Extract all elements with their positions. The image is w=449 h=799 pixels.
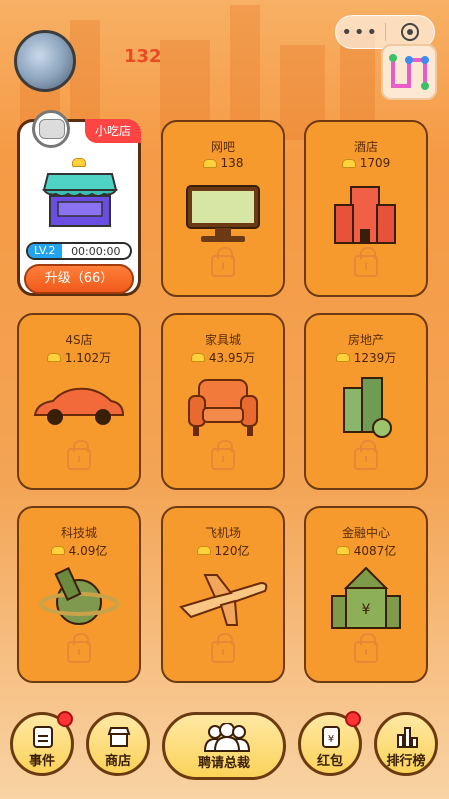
car-icon <box>29 373 129 439</box>
lock-icon <box>67 440 91 470</box>
armchair-icon <box>173 373 273 439</box>
bar-chart-icon <box>397 727 418 748</box>
notification-dot <box>57 711 73 727</box>
shop-name: 酒店 <box>353 140 378 154</box>
lock-icon <box>354 440 378 470</box>
upgrade-button[interactable]: 升级（66） <box>24 264 134 294</box>
shop-card-airport[interactable]: 飞机场 120亿 <box>161 506 285 683</box>
shop-cost: 1.102万 <box>64 351 112 365</box>
bank-icon: ¥ <box>316 566 416 632</box>
svg-text:¥: ¥ <box>362 602 371 618</box>
target-icon <box>400 23 419 41</box>
monitor-icon <box>173 180 273 246</box>
more-icon[interactable]: ••• <box>336 22 385 43</box>
shop-name: 飞机场 <box>204 526 241 540</box>
shop-card-financial-center[interactable]: 金融中心 4087亿 ¥ <box>304 506 428 683</box>
ingot-icon <box>202 158 217 168</box>
shop-cost: 4087亿 <box>353 544 397 558</box>
shop-name: 网吧 <box>210 140 235 154</box>
coin-counter: 132 <box>124 46 162 67</box>
shop-name: 4S店 <box>65 333 93 347</box>
svg-text:¥: ¥ <box>328 734 334 745</box>
puzzle-game-icon[interactable] <box>381 44 437 100</box>
shop-cost: 1239万 <box>353 351 397 365</box>
shop-name: 金融中心 <box>341 526 390 540</box>
lock-icon <box>211 633 235 663</box>
shop-card-real-estate[interactable]: 房地产 1239万 <box>304 313 428 490</box>
document-icon <box>33 726 53 748</box>
hire-ceo-button[interactable]: 聘请总裁 <box>162 712 286 780</box>
events-label: 事件 <box>28 754 55 769</box>
lock-icon <box>211 247 235 277</box>
ingot-icon <box>20 152 138 171</box>
lock-icon <box>211 440 235 470</box>
close-miniprogram-button[interactable] <box>386 23 435 41</box>
ingot-icon <box>50 546 65 555</box>
shop-cost: 1709 <box>359 156 391 170</box>
building-icon <box>316 373 416 439</box>
lock-icon <box>354 247 378 277</box>
planet-icon <box>29 566 129 632</box>
level-timer: 00:00:00 <box>71 244 121 258</box>
shop-card-car-dealer[interactable]: 4S店 1.102万 <box>17 313 141 490</box>
red-packet-button[interactable]: ¥ 红包 <box>298 711 362 776</box>
ingot-icon <box>190 353 205 362</box>
shop-cost: 138 <box>220 156 244 170</box>
ingot-icon <box>335 353 350 362</box>
store-icon <box>42 170 118 230</box>
ranking-label: 排行榜 <box>386 754 426 769</box>
shop-name: 科技城 <box>60 526 97 540</box>
events-button[interactable]: 事件 <box>10 711 74 776</box>
red-packet-label: 红包 <box>316 754 343 769</box>
shop-icon <box>107 727 131 747</box>
notification-dot <box>345 711 361 727</box>
store-button[interactable]: 商店 <box>86 712 150 776</box>
shop-card-internet-cafe[interactable]: 网吧 138 <box>161 120 285 297</box>
store-label: 商店 <box>104 754 131 769</box>
level-progress-bar: LV.2 00:00:00 <box>26 242 132 260</box>
ranking-button[interactable]: 排行榜 <box>374 712 438 776</box>
red-packet-icon: ¥ <box>322 726 340 748</box>
shop-card-furniture-mall[interactable]: 家具城 43.95万 <box>161 313 285 490</box>
hire-label: 聘请总裁 <box>197 756 250 771</box>
shop-cost: 43.95万 <box>208 351 256 365</box>
ingot-icon <box>46 353 61 362</box>
shop-card-tech-city[interactable]: 科技城 4.09亿 <box>17 506 141 683</box>
robot-manager-icon <box>32 110 70 148</box>
ingot-icon <box>341 158 356 168</box>
lock-icon <box>67 633 91 663</box>
lock-icon <box>354 633 378 663</box>
hotel-icon <box>316 180 416 246</box>
shop-name: 房地产 <box>347 333 384 347</box>
shop-cost: 4.09亿 <box>68 544 108 558</box>
player-avatar[interactable] <box>14 30 76 92</box>
shop-tag: 小吃店 <box>85 119 141 143</box>
ingot-icon <box>196 546 211 555</box>
airplane-icon <box>173 566 273 632</box>
level-label: LV.2 <box>28 244 62 258</box>
people-icon <box>203 723 251 752</box>
shop-card-hotel[interactable]: 酒店 1709 <box>304 120 428 297</box>
snack-shop-card[interactable]: 小吃店 LV.2 00:00:00 升级（66） <box>17 110 141 296</box>
shop-name: 家具城 <box>204 333 241 347</box>
shop-cost: 120亿 <box>214 544 250 558</box>
ingot-icon <box>335 546 350 555</box>
